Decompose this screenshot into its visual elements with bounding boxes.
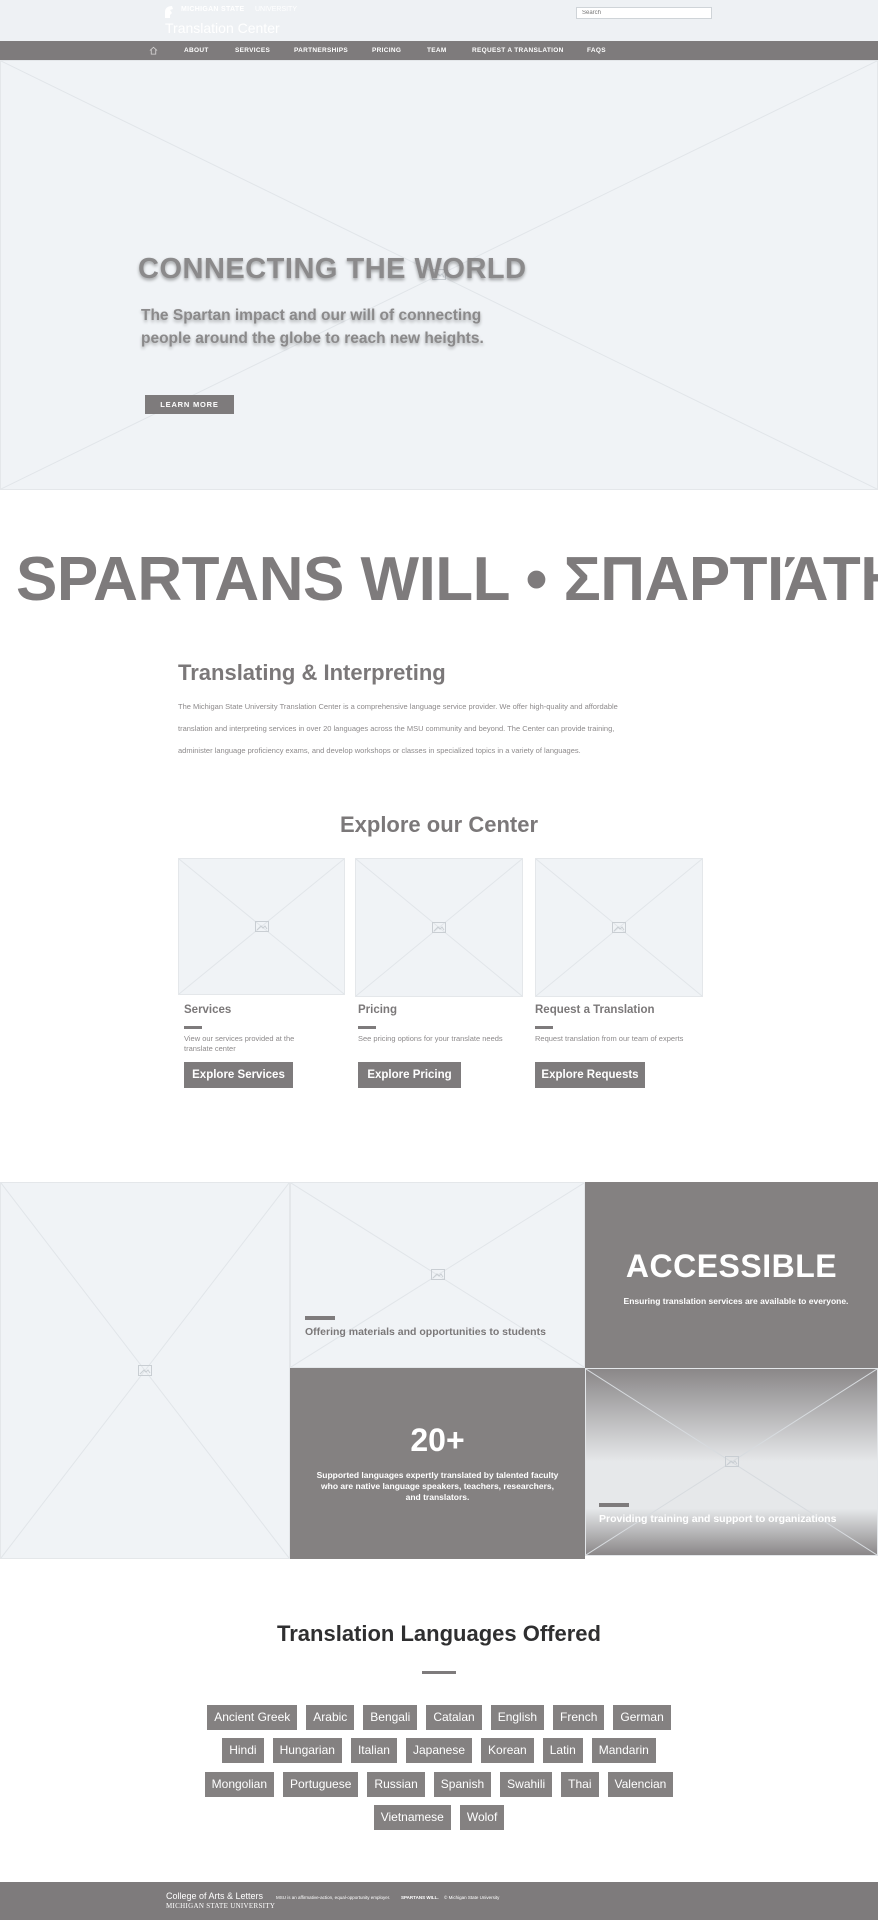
- intro-text-line: translation and interpreting services in…: [178, 724, 615, 733]
- language-tag: French: [553, 1705, 605, 1730]
- language-tag: Catalan: [426, 1705, 482, 1730]
- card-desc-pricing: See pricing options for your translate n…: [358, 1034, 503, 1043]
- language-tag: Italian: [350, 1738, 397, 1763]
- university-sub: UNIVERSITY: [255, 6, 298, 13]
- feature-image-placeholder: [290, 1182, 585, 1368]
- card-divider: [358, 1026, 376, 1029]
- image-icon: [432, 921, 446, 933]
- language-tag: Japanese: [405, 1738, 473, 1763]
- footer-university-name[interactable]: MICHIGAN STATE UNIVERSITY: [166, 1902, 275, 1910]
- search-input[interactable]: [576, 7, 712, 19]
- language-row: Vietnamese Wolof: [0, 1805, 878, 1830]
- languages-divider: [422, 1671, 456, 1674]
- footer-copyright: © Michigan State University: [444, 1895, 500, 1900]
- footer-tagline: SPARTANS WILL.: [401, 1895, 439, 1900]
- nav-about[interactable]: ABOUT: [184, 41, 209, 60]
- language-tag: Thai: [561, 1772, 599, 1797]
- top-header: [0, 0, 878, 42]
- image-icon: [724, 1456, 739, 1467]
- spartan-helmet-logo-icon[interactable]: [163, 5, 175, 19]
- language-tag: Latin: [542, 1738, 583, 1763]
- card-desc-services: View our services provided at the transl…: [184, 1034, 295, 1053]
- languages-count: 20+: [410, 1422, 465, 1458]
- language-tag: English: [490, 1705, 545, 1730]
- site-title[interactable]: Translation Center: [165, 20, 280, 36]
- nav-team[interactable]: TEAM: [427, 41, 447, 60]
- nav-pricing[interactable]: PRICING: [372, 41, 401, 60]
- banner-text: SPARTANS WILL • ΣΠΑΡΤΙΆΤΗΣ ΘΑ: [16, 545, 878, 614]
- card-image-placeholder: [535, 858, 703, 997]
- card-image-placeholder: [355, 858, 523, 997]
- card-image-placeholder: [178, 858, 345, 995]
- card-title-request: Request a Translation: [535, 1004, 655, 1016]
- explore-pricing-button[interactable]: Explore Pricing: [358, 1062, 461, 1088]
- offering-text: Offering materials and opportunities to …: [305, 1326, 546, 1338]
- language-tag: Hungarian: [272, 1738, 342, 1763]
- language-tag: Valencian: [607, 1772, 674, 1797]
- language-tag: Ancient Greek: [207, 1705, 298, 1730]
- card-title-pricing: Pricing: [358, 1004, 397, 1016]
- language-tag: Mongolian: [204, 1772, 275, 1797]
- language-tag: Korean: [481, 1738, 534, 1763]
- language-row: Ancient Greek Arabic Bengali Catalan Eng…: [0, 1705, 878, 1730]
- spartans-will-banner: SPARTANS WILL • ΣΠΑΡΤΙΆΤΗΣ ΘΑ: [0, 545, 878, 615]
- footer: [0, 1882, 878, 1920]
- image-icon: [254, 920, 269, 932]
- languages-title: Translation Languages Offered: [277, 1621, 601, 1646]
- home-icon[interactable]: [149, 46, 158, 55]
- intro-title: Translating & Interpreting: [178, 660, 446, 685]
- explore-requests-button[interactable]: Explore Requests: [535, 1062, 645, 1088]
- language-tag: Spanish: [433, 1772, 492, 1797]
- language-row: Mongolian Portuguese Russian Spanish Swa…: [0, 1772, 878, 1797]
- feature-divider: [599, 1503, 629, 1507]
- language-tag: Mandarin: [591, 1738, 656, 1763]
- card-desc-request: Request translation from our team of exp…: [535, 1034, 684, 1043]
- language-tag: Vietnamese: [373, 1805, 451, 1830]
- language-tag: Arabic: [306, 1705, 355, 1730]
- language-tag: Portuguese: [283, 1772, 359, 1797]
- image-icon: [612, 921, 626, 933]
- language-tag: Bengali: [363, 1705, 418, 1730]
- card-divider: [184, 1026, 202, 1029]
- feature-image-placeholder: [0, 1182, 290, 1559]
- hero-subtitle-line1: The Spartan impact and our will of conne…: [141, 307, 482, 324]
- footer-college-name[interactable]: College of Arts & Letters: [166, 1891, 263, 1901]
- nav-services[interactable]: SERVICES: [235, 41, 270, 60]
- image-icon: [430, 1269, 445, 1280]
- main-nav: ABOUT SERVICES PARTNERSHIPS PRICING TEAM…: [0, 41, 878, 60]
- accessible-subtitle: Ensuring translation services are availa…: [623, 1296, 849, 1306]
- language-tag: Swahili: [500, 1772, 553, 1797]
- hero-subtitle-line2: people around the globe to reach new hei…: [141, 330, 484, 347]
- feature-divider: [305, 1316, 335, 1320]
- languages-count-panel: [290, 1368, 585, 1559]
- hero-title: CONNECTING THE WORLD: [138, 253, 527, 285]
- language-tag: Hindi: [222, 1738, 264, 1763]
- language-tag: German: [613, 1705, 671, 1730]
- languages-count-subtitle: Supported languages expertly translated …: [316, 1470, 559, 1502]
- footer-eeo-statement: MSU is an affirmative-action, equal-oppo…: [276, 1895, 391, 1900]
- training-text: Providing training and support to organi…: [599, 1513, 837, 1525]
- explore-title: Explore our Center: [339, 812, 539, 837]
- university-name[interactable]: MICHIGAN STATE: [181, 6, 244, 13]
- card-divider: [535, 1026, 553, 1029]
- language-tag: Wolof: [459, 1805, 505, 1830]
- intro-text-line: The Michigan State University Translatio…: [178, 702, 618, 711]
- card-title-services: Services: [184, 1004, 232, 1016]
- nav-faqs[interactable]: FAQS: [587, 41, 606, 60]
- training-image-placeholder: [585, 1368, 878, 1556]
- language-row: Hindi Hungarian Italian Japanese Korean …: [0, 1738, 878, 1763]
- accessible-title: ACCESSIBLE: [625, 1248, 838, 1284]
- nav-request-translation[interactable]: REQUEST A TRANSLATION: [472, 41, 564, 60]
- image-icon: [138, 1364, 152, 1376]
- explore-services-button[interactable]: Explore Services: [184, 1062, 293, 1088]
- learn-more-button[interactable]: LEARN MORE: [145, 395, 234, 414]
- intro-text-line: administer language proficiency exams, a…: [178, 746, 581, 755]
- nav-partnerships[interactable]: PARTNERSHIPS: [294, 41, 348, 60]
- language-tag: Russian: [367, 1772, 425, 1797]
